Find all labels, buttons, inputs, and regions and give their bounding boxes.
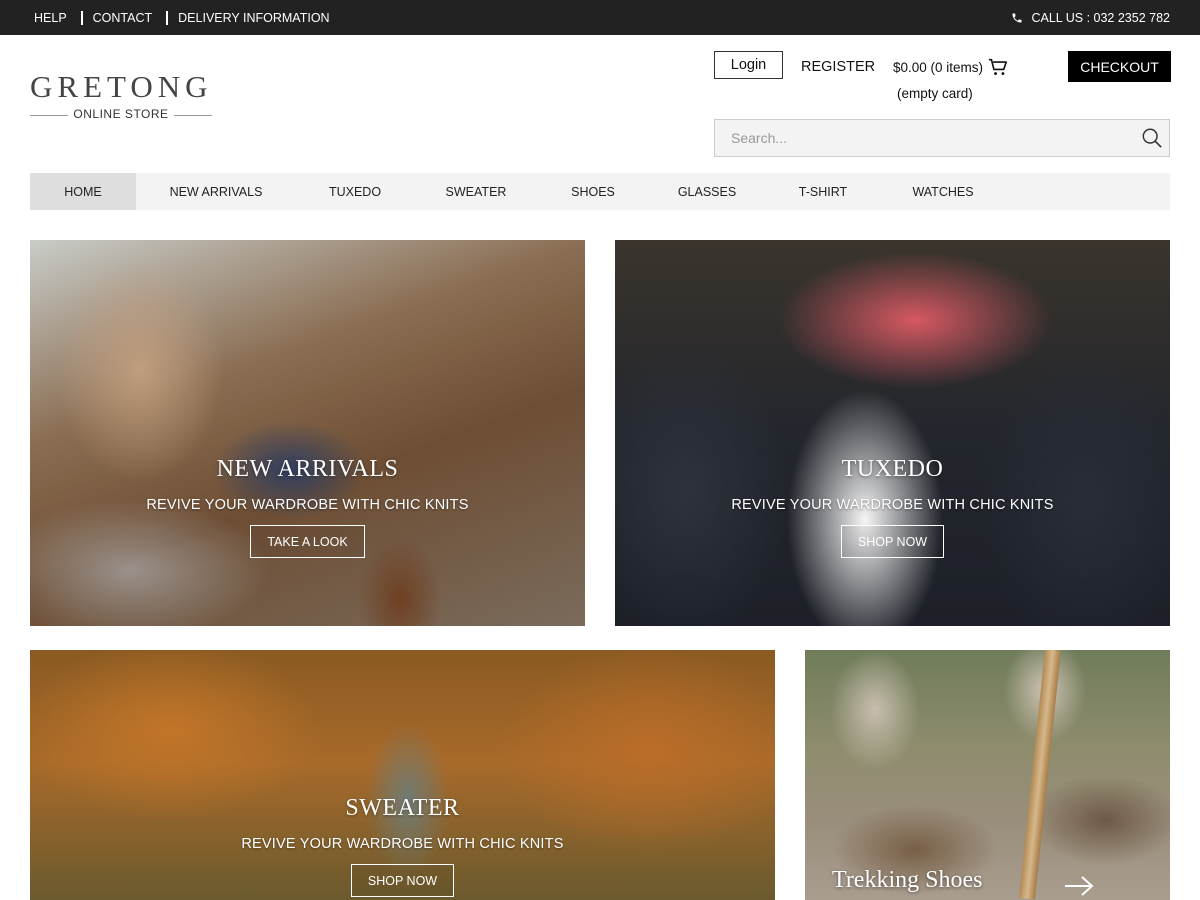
cart-summary[interactable]: $0.00 (0 items) (empty card) [893, 58, 1008, 101]
nav-item-t-shirt[interactable]: T-SHIRT [766, 173, 880, 210]
banner-overlay: SWEATER REVIVE YOUR WARDROBE WITH CHIC K… [30, 650, 775, 900]
delivery-information-link[interactable]: DELIVERY INFORMATION [178, 11, 329, 25]
take-a-look-button[interactable]: TAKE A LOOK [250, 525, 365, 558]
top-bar: HELP CONTACT DELIVERY INFORMATION CALL U… [0, 0, 1200, 35]
phone-icon [1012, 13, 1022, 22]
banner-sweater[interactable]: SWEATER REVIVE YOUR WARDROBE WITH CHIC K… [30, 650, 775, 900]
register-link[interactable]: REGISTER [801, 59, 875, 75]
cart-empty-text: (empty card) [897, 86, 973, 101]
nav-item-sweater[interactable]: SWEATER [414, 173, 538, 210]
banner-overlay: NEW ARRIVALS REVIVE YOUR WARDROBE WITH C… [30, 240, 585, 626]
nav-item-glasses[interactable]: GLASSES [648, 173, 766, 210]
walking-stick [1018, 650, 1061, 900]
login-button[interactable]: Login [714, 51, 783, 79]
search-box [714, 119, 1170, 157]
nav-item-home[interactable]: HOME [30, 173, 136, 210]
arrow-right-icon[interactable] [1063, 872, 1095, 900]
cart-total-row: $0.00 (0 items) [893, 58, 1008, 76]
banner-title: SWEATER [345, 795, 460, 821]
logo[interactable]: GRETONG ONLINE STORE [30, 70, 212, 123]
divider [80, 10, 83, 25]
logo-name: GRETONG [30, 69, 213, 104]
main-nav: HOME NEW ARRIVALS TUXEDO SWEATER SHOES G… [30, 173, 1170, 210]
banner-new-arrivals[interactable]: NEW ARRIVALS REVIVE YOUR WARDROBE WITH C… [30, 240, 585, 626]
banner-trekking-shoes[interactable]: Trekking Shoes [805, 650, 1170, 900]
nav-item-new-arrivals[interactable]: NEW ARRIVALS [136, 173, 296, 210]
shop-now-button[interactable]: SHOP NOW [840, 525, 945, 558]
banner-title: Trekking Shoes [832, 867, 983, 893]
cart-total: $0.00 (0 items) [893, 59, 984, 75]
top-links: HELP CONTACT DELIVERY INFORMATION [34, 0, 330, 35]
logo-subtitle: ONLINE STORE [30, 107, 212, 123]
shop-now-button[interactable]: SHOP NOW [350, 864, 455, 897]
divider [166, 10, 169, 25]
contact-link[interactable]: CONTACT [93, 11, 153, 25]
help-link[interactable]: HELP [34, 11, 67, 25]
nav-item-shoes[interactable]: SHOES [538, 173, 648, 210]
banner-title: NEW ARRIVALS [216, 456, 399, 482]
banner-tuxedo[interactable]: TUXEDO REVIVE YOUR WARDROBE WITH CHIC KN… [615, 240, 1170, 626]
cart-icon [989, 58, 1008, 76]
nav-item-watches[interactable]: WATCHES [880, 173, 1006, 210]
banner-subtitle: REVIVE YOUR WARDROBE WITH CHIC KNITS [146, 497, 469, 513]
banner-title: TUXEDO [841, 456, 944, 482]
banner-subtitle: REVIVE YOUR WARDROBE WITH CHIC KNITS [241, 836, 564, 852]
banner-overlay: TUXEDO REVIVE YOUR WARDROBE WITH CHIC KN… [615, 240, 1170, 626]
nav-item-tuxedo[interactable]: TUXEDO [296, 173, 414, 210]
call-us: CALL US : 032 2352 782 [1011, 0, 1170, 35]
call-us-text: CALL US : 032 2352 782 [1031, 10, 1170, 25]
checkout-button[interactable]: CHECKOUT [1068, 51, 1171, 82]
search-input[interactable] [715, 120, 1135, 156]
banner-subtitle: REVIVE YOUR WARDROBE WITH CHIC KNITS [731, 497, 1054, 513]
search-icon[interactable] [1141, 127, 1163, 149]
